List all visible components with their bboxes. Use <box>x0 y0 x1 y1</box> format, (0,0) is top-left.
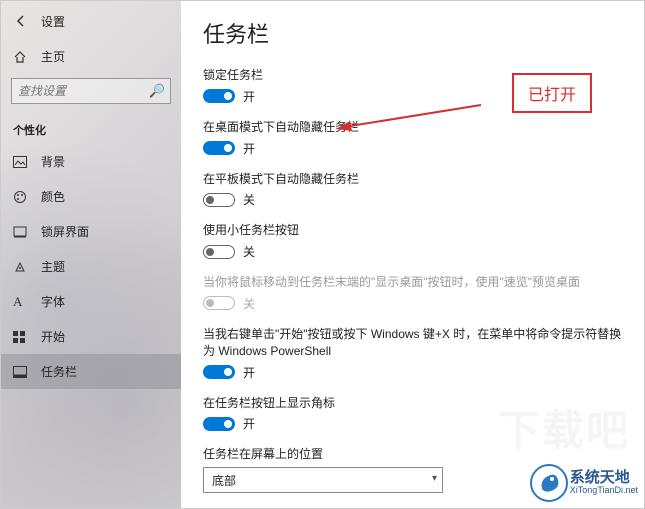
sidebar-item-background[interactable]: 背景 <box>1 144 181 179</box>
search-input[interactable] <box>11 78 171 104</box>
sidebar-item-label: 字体 <box>41 293 65 310</box>
setting-label: 当我右键单击"开始"按钮或按下 Windows 键+X 时，在菜单中将命令提示符… <box>203 326 626 360</box>
setting-small-buttons: 使用小任务栏按钮 关 <box>203 222 626 260</box>
toggle-state-text: 开 <box>243 364 255 381</box>
toggle-powershell[interactable] <box>203 365 235 379</box>
toggle-state-text: 关 <box>243 295 255 312</box>
toggle-small-buttons[interactable] <box>203 245 235 259</box>
setting-label: 合并任务栏按钮 <box>203 507 626 508</box>
palette-icon <box>13 190 31 204</box>
toggle-peek <box>203 296 235 310</box>
setting-position: 任务栏在屏幕上的位置 底部 ▾ <box>203 446 626 493</box>
setting-label: 在任务栏按钮上显示角标 <box>203 395 626 412</box>
setting-label: 当你将鼠标移动到任务栏末端的"显示桌面"按钮时，使用"速览"预览桌面 <box>203 274 626 291</box>
section-header-personalization: 个性化 <box>1 114 181 144</box>
taskbar-icon <box>13 366 31 378</box>
setting-label: 任务栏在屏幕上的位置 <box>203 446 626 463</box>
sidebar-item-label: 背景 <box>41 153 65 170</box>
toggle-state-text: 开 <box>243 88 255 105</box>
toggle-state-text: 开 <box>243 140 255 157</box>
setting-label: 在桌面模式下自动隐藏任务栏 <box>203 119 626 136</box>
sidebar-item-label: 主页 <box>41 48 65 65</box>
search-icon: 🔍 <box>149 83 165 99</box>
setting-label: 使用小任务栏按钮 <box>203 222 626 239</box>
toggle-state-text: 关 <box>243 191 255 208</box>
sidebar-item-label: 任务栏 <box>41 363 77 380</box>
sidebar-item-label: 主题 <box>41 258 65 275</box>
start-icon <box>13 331 31 343</box>
setting-label: 在平板模式下自动隐藏任务栏 <box>203 171 626 188</box>
toggle-hide-tablet[interactable] <box>203 193 235 207</box>
lock-icon <box>13 226 31 238</box>
window-title: 设置 <box>41 13 65 30</box>
select-taskbar-position[interactable]: 底部 <box>203 467 443 493</box>
toggle-state-text: 关 <box>243 243 255 260</box>
page-title: 任务栏 <box>203 17 626 49</box>
setting-badges: 在任务栏按钮上显示角标 开 <box>203 395 626 433</box>
setting-peek: 当你将鼠标移动到任务栏末端的"显示桌面"按钮时，使用"速览"预览桌面 关 <box>203 274 626 312</box>
back-button[interactable] <box>11 11 31 31</box>
sidebar-item-home[interactable]: 主页 <box>1 39 181 74</box>
sidebar-item-label: 颜色 <box>41 188 65 205</box>
setting-powershell: 当我右键单击"开始"按钮或按下 Windows 键+X 时，在菜单中将命令提示符… <box>203 326 626 381</box>
sidebar-item-label: 锁屏界面 <box>41 223 89 240</box>
toggle-hide-desktop[interactable] <box>203 141 235 155</box>
toggle-state-text: 开 <box>243 415 255 432</box>
toggle-badges[interactable] <box>203 417 235 431</box>
setting-hide-tablet: 在平板模式下自动隐藏任务栏 关 <box>203 171 626 209</box>
font-icon: A <box>13 294 31 310</box>
sidebar-item-taskbar[interactable]: 任务栏 <box>1 354 181 389</box>
home-icon <box>13 50 31 64</box>
setting-hide-desktop: 在桌面模式下自动隐藏任务栏 开 <box>203 119 626 157</box>
sidebar-item-lockscreen[interactable]: 锁屏界面 <box>1 214 181 249</box>
settings-sidebar: 设置 主页 🔍 个性化 背景 颜色 锁屏界面 主题 <box>1 1 181 508</box>
theme-icon <box>13 260 31 274</box>
sidebar-item-colors[interactable]: 颜色 <box>1 179 181 214</box>
sidebar-item-themes[interactable]: 主题 <box>1 249 181 284</box>
annotation-callout: 已打开 <box>512 73 592 113</box>
back-arrow-icon <box>14 14 28 28</box>
sidebar-item-fonts[interactable]: A 字体 <box>1 284 181 319</box>
image-icon <box>13 156 31 168</box>
sidebar-item-start[interactable]: 开始 <box>1 319 181 354</box>
toggle-lock-taskbar[interactable] <box>203 89 235 103</box>
setting-combine: 合并任务栏按钮 始终合并按钮 ▾ <box>203 507 626 508</box>
sidebar-item-label: 开始 <box>41 328 65 345</box>
